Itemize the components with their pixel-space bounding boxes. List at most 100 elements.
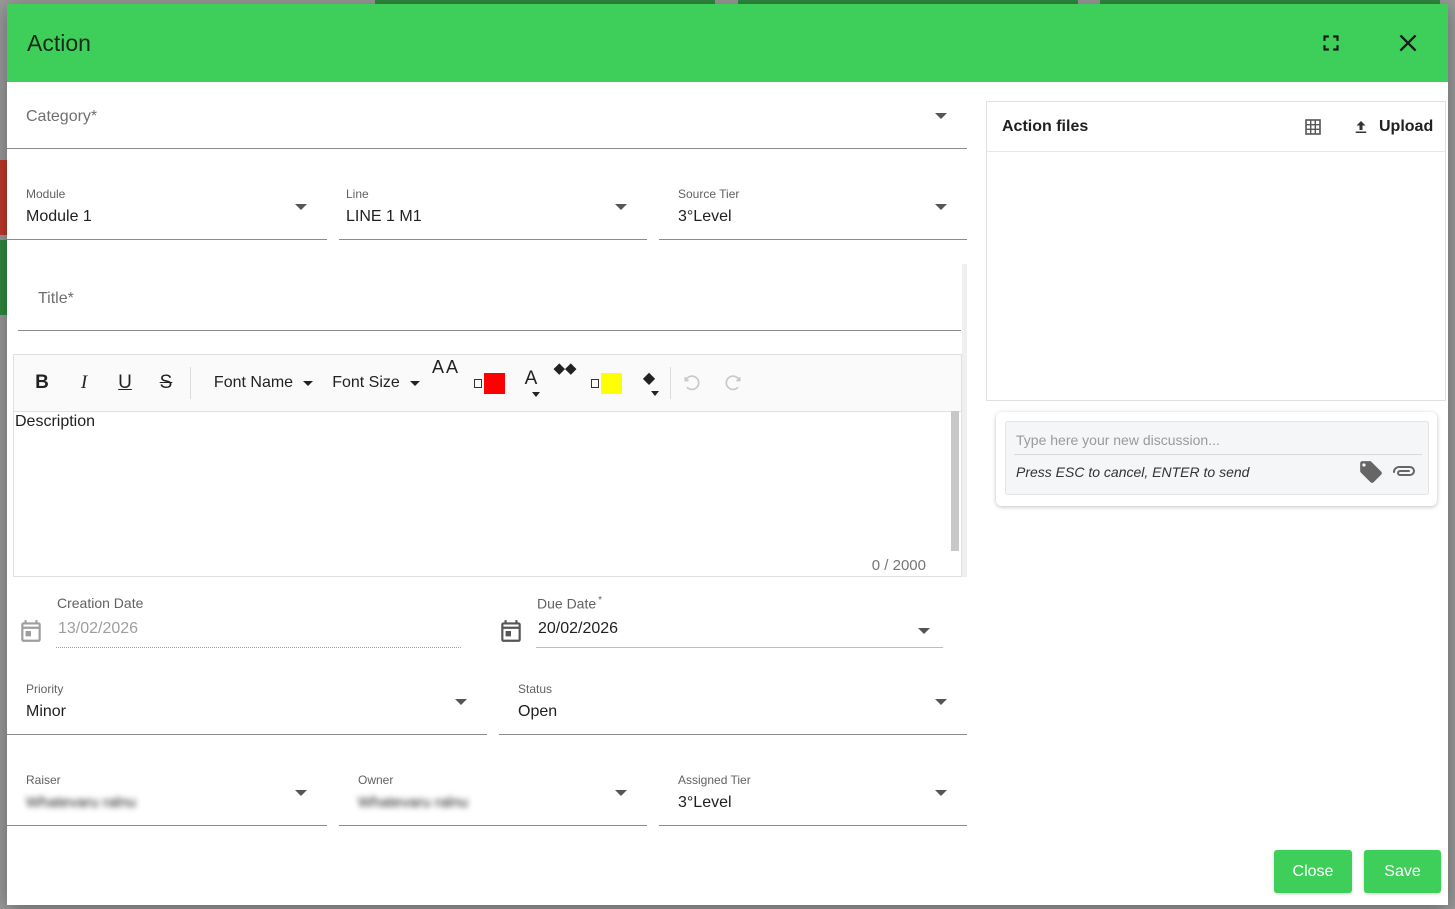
close-icon xyxy=(1399,34,1417,52)
action-files-panel: Action files Upload xyxy=(986,101,1446,401)
chevron-down-icon xyxy=(935,699,947,705)
upload-label: Upload xyxy=(1379,118,1434,135)
due-date-field[interactable]: 20/02/2026 xyxy=(536,616,943,648)
calendar-icon[interactable] xyxy=(498,618,524,644)
chevron-down-icon xyxy=(295,204,307,210)
action-dialog: Action Category* Module Module 1 Line LI… xyxy=(7,4,1448,905)
raiser-select[interactable]: Raiser Whatevaru ralnu xyxy=(7,760,327,826)
undo-button[interactable] xyxy=(678,355,706,411)
bg-color-dropdown[interactable]: ◆ xyxy=(634,355,664,411)
upload-button[interactable]: Upload xyxy=(1352,116,1433,138)
status-label: Status xyxy=(518,682,553,696)
close-button[interactable]: Close xyxy=(1274,850,1352,893)
source-tier-select[interactable]: Source Tier 3°Level xyxy=(659,174,967,240)
save-button[interactable]: Save xyxy=(1364,850,1441,893)
fill-format-icon[interactable]: ◆◆ xyxy=(546,355,584,411)
chevron-down-icon xyxy=(409,380,420,386)
title-input[interactable]: Title* xyxy=(18,266,961,331)
paint-bucket-icon: ◆ xyxy=(642,369,656,387)
bold-button[interactable]: B xyxy=(28,355,56,411)
editor-scroll-track xyxy=(962,264,967,577)
background-panel xyxy=(0,160,7,235)
description-placeholder: Description xyxy=(15,413,96,430)
chevron-down-icon xyxy=(615,204,627,210)
raiser-label: Raiser xyxy=(26,773,61,787)
background-panel xyxy=(0,240,7,315)
chevron-down-icon xyxy=(651,390,659,396)
underline-button[interactable]: U xyxy=(111,355,139,411)
module-select[interactable]: Module Module 1 xyxy=(7,174,327,240)
creation-date-field: 13/02/2026 xyxy=(56,616,461,648)
creation-date-label: Creation Date xyxy=(57,595,144,611)
owner-label: Owner xyxy=(358,773,394,787)
priority-value: Minor xyxy=(26,703,67,720)
discussion-hint: Press ESC to cancel, ENTER to send xyxy=(1016,464,1250,480)
editor-scrollbar[interactable] xyxy=(951,411,959,551)
module-value: Module 1 xyxy=(26,208,92,225)
font-color-letter: A xyxy=(524,367,538,389)
color-picker-icon xyxy=(590,378,599,388)
calendar-icon xyxy=(21,620,41,642)
status-select[interactable]: Status Open xyxy=(499,669,967,735)
assigned-tier-value: 3°Level xyxy=(678,794,732,811)
source-tier-value: 3°Level xyxy=(678,208,732,225)
due-date-value: 20/02/2026 xyxy=(538,620,619,637)
rich-text-toolbar: B I U S Font Name Font Size AA A ◆◆ ◆ xyxy=(13,354,962,412)
source-tier-label: Source Tier xyxy=(678,187,740,201)
bg-color-swatch xyxy=(600,372,622,394)
toolbar-divider xyxy=(190,367,191,399)
chevron-down-icon xyxy=(303,380,314,386)
text-case-button[interactable]: AA xyxy=(426,355,466,411)
fullscreen-button[interactable] xyxy=(1318,30,1344,56)
grid-view-icon[interactable] xyxy=(1305,119,1321,135)
required-mark: * xyxy=(598,595,603,606)
toolbar-divider xyxy=(670,367,671,399)
discussion-divider xyxy=(1014,454,1422,455)
font-size-dropdown[interactable]: Font Size xyxy=(326,355,426,411)
font-color-dropdown[interactable]: A xyxy=(516,355,546,411)
font-color-button[interactable] xyxy=(469,355,509,411)
discussion-input[interactable] xyxy=(1016,432,1416,448)
assigned-tier-label: Assigned Tier xyxy=(678,773,751,787)
bg-color-button[interactable] xyxy=(586,355,626,411)
color-picker-icon xyxy=(473,378,482,388)
category-placeholder: Category* xyxy=(26,108,98,125)
italic-button[interactable]: I xyxy=(70,355,98,411)
undo-icon xyxy=(684,375,700,391)
paperclip-icon[interactable] xyxy=(1390,460,1416,484)
dialog-title: Action xyxy=(27,30,91,56)
tag-icon[interactable] xyxy=(1358,459,1384,485)
close-dialog-button[interactable] xyxy=(1395,30,1421,56)
chevron-down-icon xyxy=(935,204,947,210)
chevron-down-icon xyxy=(615,790,627,796)
description-editor[interactable]: Description 0 / 2000 xyxy=(13,411,962,577)
priority-select[interactable]: Priority Minor xyxy=(7,669,487,735)
line-value: LINE 1 M1 xyxy=(346,208,422,225)
upload-icon xyxy=(1355,121,1367,133)
font-name-dropdown[interactable]: Font Name xyxy=(206,355,321,411)
title-placeholder: Title* xyxy=(38,290,74,307)
font-size-label: Font Size xyxy=(332,374,400,391)
dialog-header: Action xyxy=(7,4,1448,82)
redo-icon xyxy=(725,375,741,391)
line-select[interactable]: Line LINE 1 M1 xyxy=(339,174,647,240)
font-color-swatch xyxy=(483,372,505,394)
strikethrough-button[interactable]: S xyxy=(152,355,180,411)
raiser-value: Whatevaru ralnu xyxy=(26,794,137,811)
creation-date-value: 13/02/2026 xyxy=(58,620,139,637)
chevron-down-icon xyxy=(532,391,540,397)
line-label: Line xyxy=(346,187,369,201)
category-select[interactable]: Category* xyxy=(7,82,967,149)
chevron-down-icon xyxy=(455,699,467,705)
due-date-label: Due Date * xyxy=(537,595,602,612)
status-value: Open xyxy=(518,703,558,720)
chevron-down-icon xyxy=(935,113,947,119)
chevron-down-icon xyxy=(918,628,930,634)
owner-value: Whatevaru ralnu xyxy=(358,794,469,811)
action-files-title: Action files xyxy=(1002,118,1089,135)
chevron-down-icon xyxy=(935,790,947,796)
assigned-tier-select[interactable]: Assigned Tier 3°Level xyxy=(659,760,967,826)
redo-button[interactable] xyxy=(719,355,747,411)
fullscreen-icon xyxy=(1323,35,1339,51)
owner-select[interactable]: Owner Whatevaru ralnu xyxy=(339,760,647,826)
